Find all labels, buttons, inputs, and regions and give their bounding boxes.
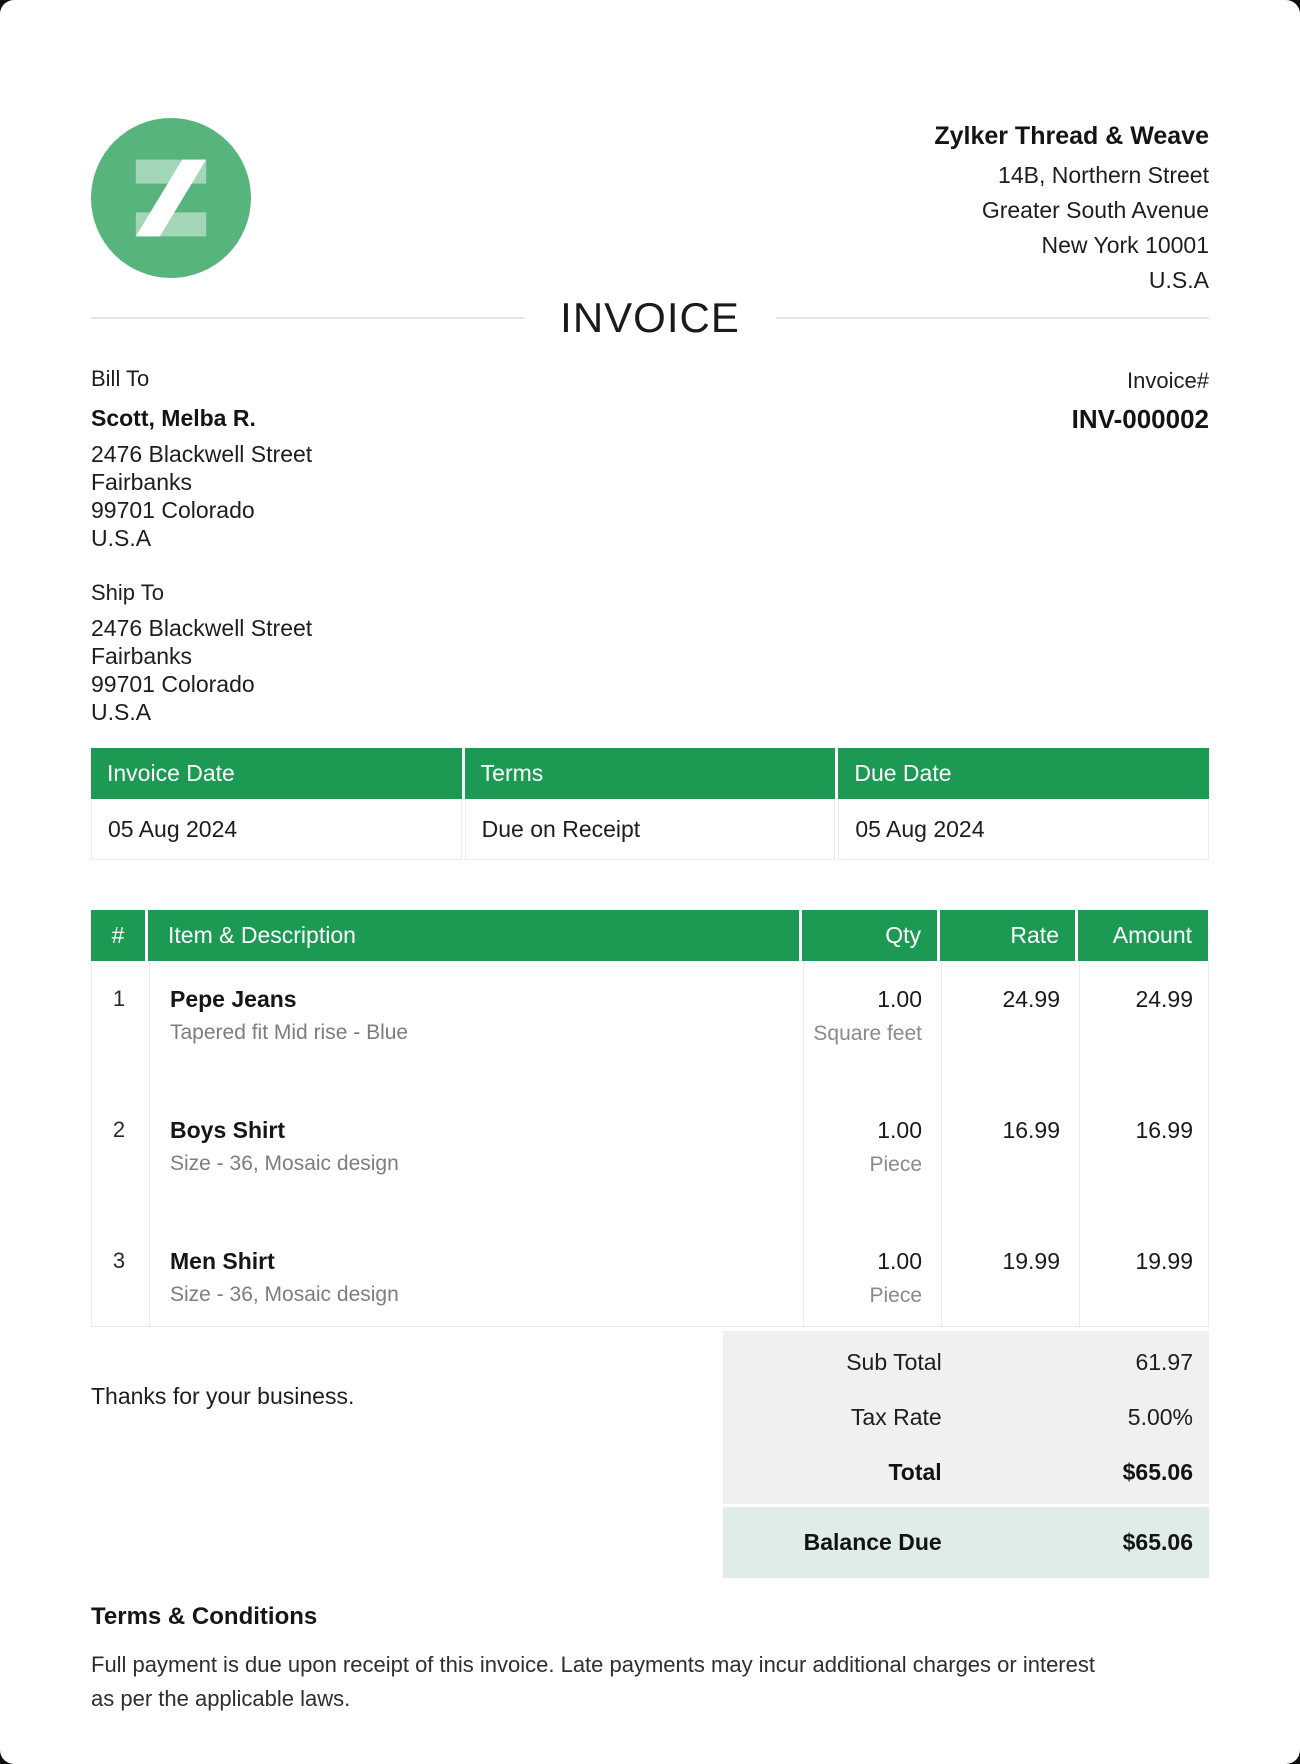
- column-header-amount: Amount: [1078, 910, 1208, 961]
- title-row: INVOICE: [91, 296, 1209, 340]
- item-rate: 24.99: [941, 961, 1076, 1092]
- item-description-cell: Boys Shirt Size - 36, Mosaic design: [149, 1092, 800, 1223]
- bill-to-address: 2476 Blackwell Street Fairbanks 99701 Co…: [91, 440, 312, 552]
- totals-panel: Sub Total 61.97 Tax Rate 5.00% Total $65…: [723, 1331, 1209, 1578]
- ship-to-label: Ship To: [91, 580, 312, 606]
- table-row: 2 Boys Shirt Size - 36, Mosaic design 1.…: [92, 1092, 1208, 1223]
- balance-due-value: $65.06: [942, 1529, 1209, 1556]
- item-amount: 24.99: [1079, 961, 1209, 1092]
- totals-main-block: Sub Total 61.97 Tax Rate 5.00% Total $65…: [723, 1331, 1209, 1504]
- address-line: Fairbanks: [91, 468, 312, 496]
- item-name: Men Shirt: [170, 1248, 784, 1275]
- total-row: Total $65.06: [723, 1445, 1209, 1500]
- tax-rate-label: Tax Rate: [723, 1404, 942, 1431]
- ship-to-address: 2476 Blackwell Street Fairbanks 99701 Co…: [91, 614, 312, 726]
- item-qty: 1.00: [804, 1248, 922, 1275]
- item-subdescription: Tapered fit Mid rise - Blue: [170, 1020, 784, 1045]
- invoice-document: Zylker Thread & Weave 14B, Northern Stre…: [0, 0, 1300, 1764]
- address-line: U.S.A: [91, 698, 312, 726]
- page-title: INVOICE: [560, 296, 740, 340]
- terms-and-conditions-section: Terms & Conditions Full payment is due u…: [91, 1602, 1209, 1716]
- item-subdescription: Size - 36, Mosaic design: [170, 1282, 784, 1307]
- company-address-line: U.S.A: [934, 263, 1209, 298]
- balance-due-row: Balance Due $65.06: [723, 1507, 1209, 1578]
- company-address-line: 14B, Northern Street: [934, 158, 1209, 193]
- divider-line-left: [91, 317, 524, 319]
- tax-rate-row: Tax Rate 5.00%: [723, 1390, 1209, 1445]
- column-header-index: #: [91, 910, 145, 961]
- bill-to-name: Scott, Melba R.: [91, 404, 312, 432]
- item-description-cell: Men Shirt Size - 36, Mosaic design: [149, 1223, 800, 1326]
- total-label: Total: [723, 1459, 942, 1486]
- item-index: 1: [92, 961, 146, 1092]
- invoice-number-block: Invoice# INV-000002: [1072, 366, 1209, 726]
- invoice-header: Zylker Thread & Weave 14B, Northern Stre…: [91, 0, 1209, 298]
- item-qty: 1.00: [804, 986, 922, 1013]
- due-date-header: Due Date: [838, 748, 1209, 799]
- address-line: U.S.A: [91, 524, 312, 552]
- company-logo: [91, 118, 251, 278]
- item-rate: 16.99: [941, 1092, 1076, 1223]
- item-qty-cell: 1.00 Piece: [803, 1223, 938, 1326]
- table-row: 1 Pepe Jeans Tapered fit Mid rise - Blue…: [92, 961, 1208, 1092]
- terms-header: Terms: [465, 748, 836, 799]
- item-name: Pepe Jeans: [170, 986, 784, 1013]
- item-qty-cell: 1.00 Square feet: [803, 961, 938, 1092]
- subtotal-row: Sub Total 61.97: [723, 1335, 1209, 1390]
- item-qty: 1.00: [804, 1117, 922, 1144]
- divider-line-right: [776, 317, 1209, 319]
- address-line: 2476 Blackwell Street: [91, 440, 312, 468]
- terms-heading: Terms & Conditions: [91, 1602, 1209, 1632]
- column-header-description: Item & Description: [148, 910, 799, 961]
- subtotal-label: Sub Total: [723, 1349, 942, 1376]
- company-address-line: New York 10001: [934, 228, 1209, 263]
- item-unit: Piece: [804, 1153, 922, 1177]
- company-block: Zylker Thread & Weave 14B, Northern Stre…: [934, 118, 1209, 298]
- items-table-header: # Item & Description Qty Rate Amount: [91, 910, 1209, 961]
- terms-value: Due on Receipt: [465, 799, 836, 860]
- totals-section: Thanks for your business. Sub Total 61.9…: [91, 1331, 1209, 1578]
- item-unit: Piece: [804, 1284, 922, 1308]
- item-index: 3: [92, 1223, 146, 1326]
- item-subdescription: Size - 36, Mosaic design: [170, 1151, 784, 1176]
- parties-section: Bill To Scott, Melba R. 2476 Blackwell S…: [91, 366, 1209, 726]
- item-qty-cell: 1.00 Piece: [803, 1092, 938, 1223]
- due-date-value: 05 Aug 2024: [838, 799, 1209, 860]
- company-name: Zylker Thread & Weave: [934, 120, 1209, 152]
- address-line: 99701 Colorado: [91, 496, 312, 524]
- thanks-note: Thanks for your business.: [91, 1383, 354, 1410]
- item-unit: Square feet: [804, 1022, 922, 1046]
- terms-body: Full payment is due upon receipt of this…: [91, 1648, 1121, 1716]
- item-amount: 19.99: [1079, 1223, 1209, 1326]
- invoice-date-header: Invoice Date: [91, 748, 462, 799]
- invoice-number-label: Invoice#: [1072, 368, 1209, 394]
- invoice-dates-table: Invoice Date Terms Due Date 05 Aug 2024 …: [91, 748, 1209, 860]
- item-description-cell: Pepe Jeans Tapered fit Mid rise - Blue: [149, 961, 800, 1092]
- company-address-line: Greater South Avenue: [934, 193, 1209, 228]
- invoice-date-value: 05 Aug 2024: [91, 799, 462, 860]
- customer-addresses: Bill To Scott, Melba R. 2476 Blackwell S…: [91, 366, 312, 726]
- column-header-rate: Rate: [940, 910, 1075, 961]
- column-header-qty: Qty: [802, 910, 937, 961]
- item-amount: 16.99: [1079, 1092, 1209, 1223]
- bill-to-label: Bill To: [91, 366, 312, 392]
- subtotal-value: 61.97: [942, 1349, 1209, 1376]
- item-rate: 19.99: [941, 1223, 1076, 1326]
- balance-due-label: Balance Due: [723, 1529, 942, 1556]
- item-index: 2: [92, 1092, 146, 1223]
- bill-to-block: Bill To Scott, Melba R. 2476 Blackwell S…: [91, 366, 312, 552]
- zylker-z-logo-icon: [91, 118, 251, 278]
- tax-rate-value: 5.00%: [942, 1404, 1209, 1431]
- address-line: 2476 Blackwell Street: [91, 614, 312, 642]
- items-table-body: 1 Pepe Jeans Tapered fit Mid rise - Blue…: [91, 961, 1209, 1327]
- ship-to-block: Ship To 2476 Blackwell Street Fairbanks …: [91, 580, 312, 726]
- total-value: $65.06: [942, 1459, 1209, 1486]
- item-name: Boys Shirt: [170, 1117, 784, 1144]
- invoice-number-value: INV-000002: [1072, 404, 1209, 435]
- address-line: Fairbanks: [91, 642, 312, 670]
- table-row: 3 Men Shirt Size - 36, Mosaic design 1.0…: [92, 1223, 1208, 1326]
- address-line: 99701 Colorado: [91, 670, 312, 698]
